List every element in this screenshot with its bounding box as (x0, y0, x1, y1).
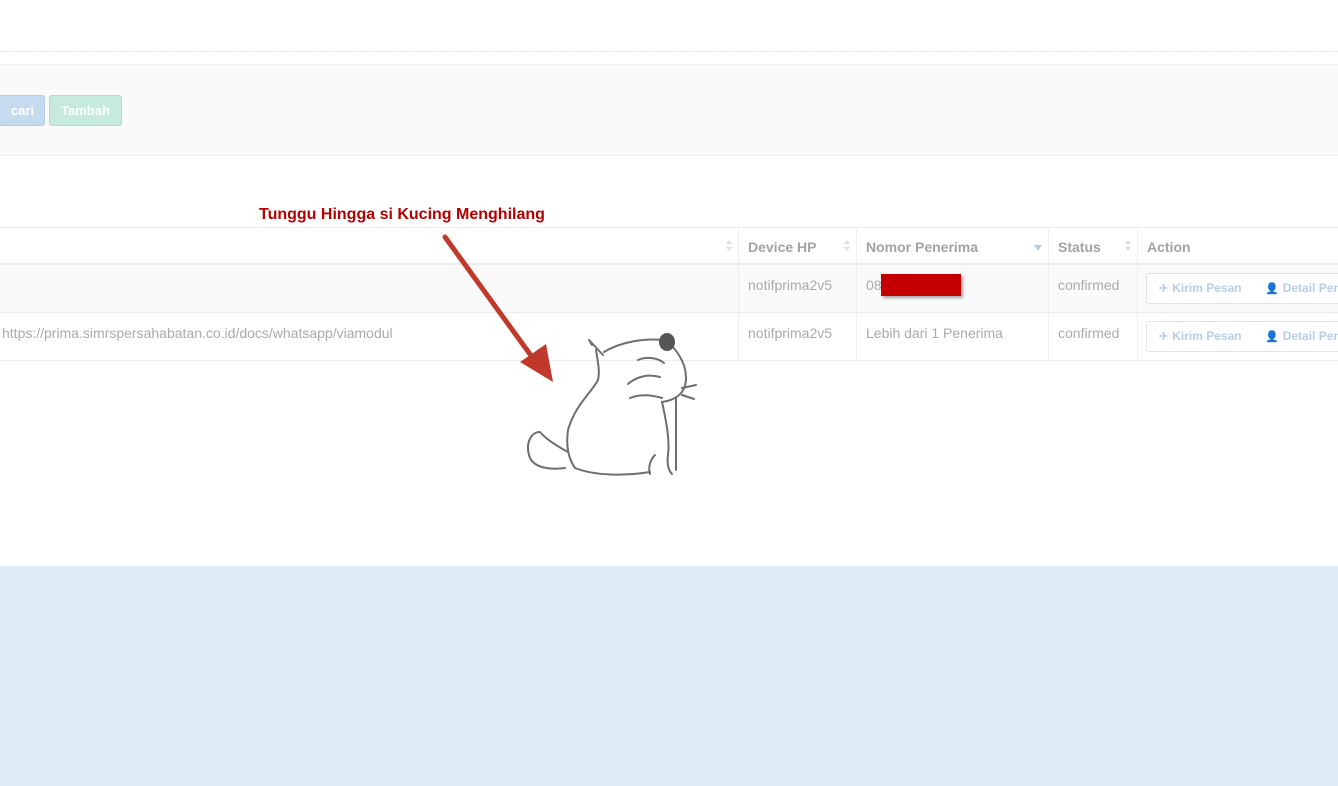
column-header-action: Action (1138, 228, 1338, 263)
user-icon: 👤 (1265, 283, 1279, 295)
sort-icon (844, 238, 851, 254)
annotation-text: Tunggu Hingga si Kucing Menghilang (259, 206, 545, 223)
paper-plane-icon: ✈ (1159, 283, 1169, 295)
status-cell: confirmed (1049, 313, 1138, 360)
table-row: notifprima2v5 08 confirmed ✈ Kirim Pesan … (0, 265, 1338, 313)
column-header-label: Status (1058, 239, 1101, 255)
redaction-box (881, 274, 961, 296)
paper-plane-icon: ✈ (1159, 331, 1169, 343)
sort-desc-icon (1034, 245, 1042, 251)
device-cell: notifprima2v5 (739, 313, 857, 360)
table-row: https://prima.simrspersahabatan.co.id/do… (0, 313, 1338, 361)
column-header-label: Action (1147, 239, 1191, 255)
message-cell (0, 265, 739, 312)
add-button[interactable]: Tambah (49, 95, 122, 126)
recipient-cell: 08 (857, 265, 1049, 312)
user-icon: 👤 (1265, 331, 1279, 343)
message-cell: https://prima.simrspersahabatan.co.id/do… (0, 313, 739, 360)
column-header-recipient[interactable]: Nomor Penerima (857, 228, 1049, 263)
footer-area (0, 566, 1338, 786)
column-header-status[interactable]: Status (1049, 228, 1138, 263)
search-toolbar: cari Tambah (0, 64, 1338, 156)
action-cell: ✈ Kirim Pesan 👤 Detail Pen (1138, 313, 1338, 360)
sort-icon (726, 238, 733, 254)
action-cell: ✈ Kirim Pesan 👤 Detail Pen (1138, 265, 1338, 312)
column-header-label: Nomor Penerima (866, 239, 979, 255)
send-message-button[interactable]: ✈ Kirim Pesan (1146, 321, 1254, 352)
column-header-message[interactable] (0, 228, 739, 263)
table-header: Device HP Nomor Penerima Status Action (0, 227, 1338, 265)
status-cell: confirmed (1049, 265, 1138, 312)
column-header-device[interactable]: Device HP (739, 228, 857, 263)
detail-button[interactable]: 👤 Detail Pen (1253, 273, 1338, 304)
device-cell: notifprima2v5 (739, 265, 857, 312)
search-button[interactable]: cari (0, 95, 45, 126)
top-bar (0, 0, 1338, 52)
sort-icon (1125, 238, 1132, 254)
send-message-button[interactable]: ✈ Kirim Pesan (1146, 273, 1254, 304)
detail-button[interactable]: 👤 Detail Pen (1253, 321, 1338, 352)
recipient-cell: Lebih dari 1 Penerima (857, 313, 1049, 360)
column-header-label: Device HP (748, 239, 817, 255)
